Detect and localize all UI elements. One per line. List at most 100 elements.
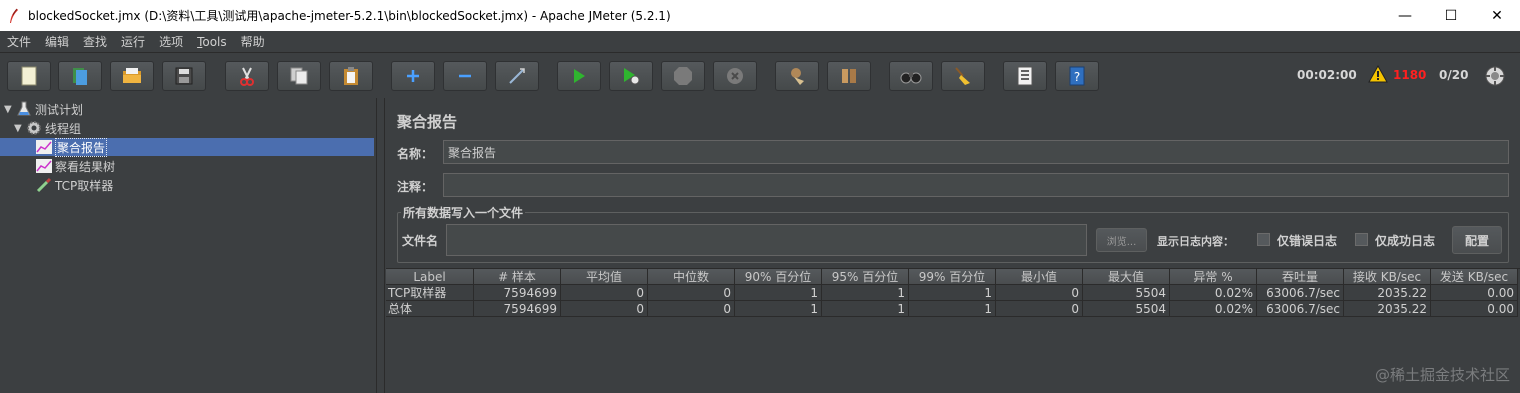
tree-item-label: 察看结果树 bbox=[55, 159, 116, 174]
column-header[interactable]: # 样本 bbox=[474, 269, 561, 285]
search-button[interactable] bbox=[889, 61, 933, 91]
tree-item-label: 线程组 bbox=[45, 121, 82, 136]
column-header[interactable]: 95% 百分位 bbox=[822, 269, 909, 285]
copy-button[interactable] bbox=[277, 61, 321, 91]
help-book-icon: ? bbox=[1069, 66, 1085, 86]
filename-input[interactable] bbox=[446, 224, 1087, 256]
reset-search-button[interactable] bbox=[941, 61, 985, 91]
expand-arrow-icon[interactable]: ▼ bbox=[4, 104, 16, 115]
table-cell: 1 bbox=[909, 301, 996, 317]
name-label: 名称： bbox=[397, 147, 434, 161]
configure-button[interactable]: 配置 bbox=[1452, 226, 1502, 254]
success-only-checkbox[interactable] bbox=[1355, 233, 1368, 246]
menu-help[interactable]: 帮助 bbox=[234, 33, 272, 50]
open-button[interactable] bbox=[110, 61, 154, 91]
paste-button[interactable] bbox=[329, 61, 373, 91]
column-header[interactable]: 吞吐量 bbox=[1257, 269, 1344, 285]
binoculars-icon bbox=[900, 72, 922, 84]
column-header[interactable]: 90% 百分位 bbox=[735, 269, 822, 285]
menu-file[interactable]: 文件 bbox=[0, 33, 38, 50]
list-icon bbox=[1017, 66, 1033, 86]
start-no-pause-button[interactable] bbox=[609, 61, 653, 91]
maximize-button[interactable]: ☐ bbox=[1428, 0, 1474, 31]
tree-item-test-plan[interactable]: ▼ 测试计划 bbox=[4, 100, 83, 118]
tree-item-thread-group[interactable]: ▼ 线程组 bbox=[14, 119, 81, 137]
table-cell: 7594699 bbox=[474, 301, 561, 317]
help-button[interactable]: ? bbox=[1055, 61, 1099, 91]
column-header[interactable]: 最小值 bbox=[996, 269, 1083, 285]
table-cell: 1 bbox=[735, 285, 822, 301]
column-header[interactable]: 99% 百分位 bbox=[909, 269, 996, 285]
tree-item-label: 测试计划 bbox=[35, 102, 84, 117]
column-header[interactable]: 接收 KB/sec bbox=[1344, 269, 1431, 285]
svg-text:?: ? bbox=[1074, 70, 1080, 84]
file-output-group-title: 所有数据写入一个文件 bbox=[401, 204, 526, 221]
cut-button[interactable] bbox=[225, 61, 269, 91]
clear-button[interactable] bbox=[775, 61, 819, 91]
window-controls: — ☐ ✕ bbox=[1382, 0, 1520, 31]
remote-globe-icon[interactable] bbox=[1485, 66, 1505, 89]
toggle-button[interactable] bbox=[495, 61, 539, 91]
column-header[interactable]: 平均值 bbox=[561, 269, 648, 285]
broom-gear-icon bbox=[791, 68, 804, 85]
play-icon bbox=[574, 69, 585, 83]
page-title: 聚合报告 bbox=[397, 113, 458, 131]
tree-item-aggregate-report[interactable]: 聚合报告 bbox=[0, 137, 374, 157]
plus-icon bbox=[407, 70, 419, 82]
table-cell: 1 bbox=[735, 301, 822, 317]
table-cell: 5504 bbox=[1083, 301, 1170, 317]
column-header[interactable]: 中位数 bbox=[648, 269, 735, 285]
expand-arrow-icon[interactable]: ▼ bbox=[14, 123, 26, 134]
table-cell: 7594699 bbox=[474, 285, 561, 301]
start-button[interactable] bbox=[557, 61, 601, 91]
minimize-button[interactable]: — bbox=[1382, 0, 1428, 31]
column-header[interactable]: 最大值 bbox=[1083, 269, 1170, 285]
menu-run[interactable]: 运行 bbox=[114, 33, 152, 50]
clear-all-button[interactable] bbox=[827, 61, 871, 91]
wand-icon bbox=[509, 68, 525, 84]
toolbar: ? 00:02:00 1180 0/20 bbox=[0, 54, 1520, 98]
table-cell: 5504 bbox=[1083, 285, 1170, 301]
menu-tools[interactable]: Tools bbox=[190, 35, 234, 49]
column-header[interactable]: 异常 % bbox=[1170, 269, 1257, 285]
table-cell: 2035.22 bbox=[1344, 285, 1431, 301]
menu-options[interactable]: 选项 bbox=[152, 33, 190, 50]
tree-item-tcp-sampler[interactable]: TCP取样器 bbox=[36, 176, 113, 194]
table-cell: 0 bbox=[648, 301, 735, 317]
error-count[interactable]: 1180 bbox=[1393, 68, 1426, 82]
function-helper-button[interactable] bbox=[1003, 61, 1047, 91]
table-cell: 0.00 bbox=[1431, 301, 1518, 317]
new-button[interactable] bbox=[7, 61, 51, 91]
comment-field[interactable] bbox=[443, 173, 1509, 197]
collapse-button[interactable] bbox=[443, 61, 487, 91]
table-cell: TCP取样器 bbox=[386, 285, 474, 301]
active-threads: 0/20 bbox=[1439, 68, 1469, 82]
window-title: blockedSocket.jmx (D:\资料\工具\测试用\apache-j… bbox=[28, 9, 671, 23]
browse-button[interactable]: 浏览... bbox=[1096, 228, 1147, 252]
table-cell: 0.00 bbox=[1431, 285, 1518, 301]
menu-edit[interactable]: 编辑 bbox=[38, 33, 76, 50]
stop-button[interactable] bbox=[661, 61, 705, 91]
table-row[interactable]: TCP取样器 7594699 0 0 1 1 1 0 5504 0.02% 63… bbox=[386, 285, 1518, 301]
menu-bar: 文件 编辑 查找 运行 选项 Tools 帮助 bbox=[0, 31, 1520, 53]
save-button[interactable] bbox=[162, 61, 206, 91]
table-cell: 总体 bbox=[386, 301, 474, 317]
success-only-label[interactable]: 仅成功日志 bbox=[1375, 232, 1435, 249]
templates-button[interactable] bbox=[58, 61, 102, 91]
split-pane-divider[interactable] bbox=[377, 98, 385, 393]
tree-item-view-results-tree[interactable]: 察看结果树 bbox=[36, 157, 115, 175]
column-header[interactable]: 发送 KB/sec bbox=[1431, 269, 1518, 285]
table-row[interactable]: 总体 7594699 0 0 1 1 1 0 5504 0.02% 63006.… bbox=[386, 301, 1518, 317]
templates-icon bbox=[73, 68, 87, 85]
menu-search[interactable]: 查找 bbox=[76, 33, 114, 50]
column-header[interactable]: Label bbox=[386, 269, 474, 285]
shutdown-button[interactable] bbox=[713, 61, 757, 91]
name-field[interactable]: 聚合报告 bbox=[443, 140, 1509, 164]
warning-icon[interactable] bbox=[1368, 64, 1388, 86]
chart-icon bbox=[36, 139, 52, 155]
errors-only-label[interactable]: 仅错误日志 bbox=[1277, 232, 1337, 249]
close-button[interactable]: ✕ bbox=[1474, 0, 1520, 31]
table-cell: 0.02% bbox=[1170, 285, 1257, 301]
expand-button[interactable] bbox=[391, 61, 435, 91]
errors-only-checkbox[interactable] bbox=[1257, 233, 1270, 246]
